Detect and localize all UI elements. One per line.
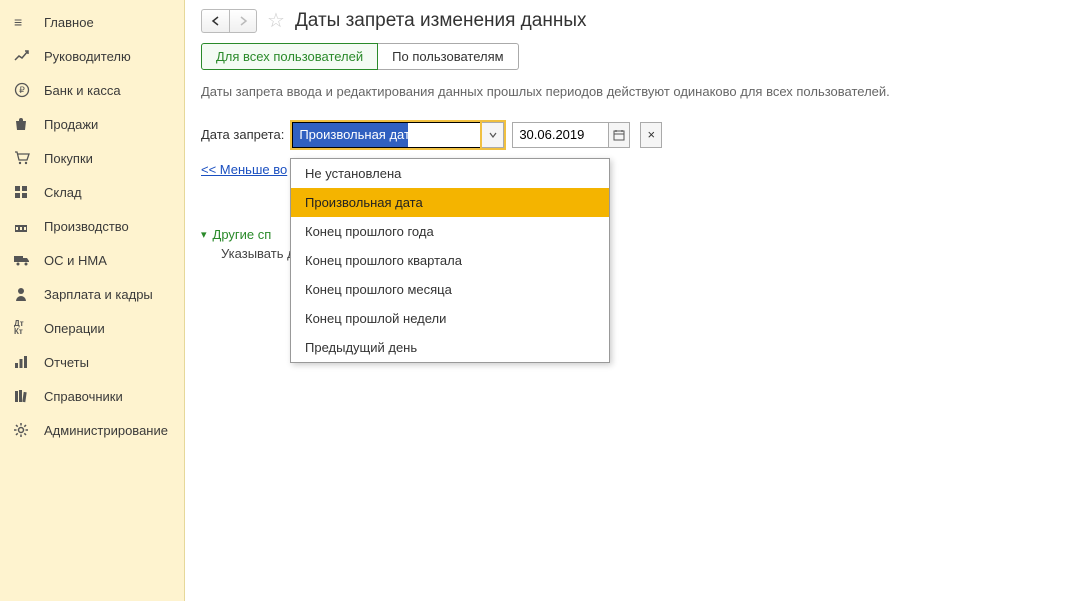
date-label: Дата запрета:: [201, 127, 284, 142]
back-button[interactable]: [201, 9, 229, 33]
dropdown-option-end-last-month[interactable]: Конец прошлого месяца: [291, 275, 609, 304]
person-icon: [14, 286, 34, 302]
ruble-icon: ₽: [14, 82, 34, 98]
dropdown-option-custom-date[interactable]: Произвольная дата: [291, 188, 609, 217]
nav-buttons: [201, 9, 257, 33]
sidebar-item-label: Руководителю: [44, 49, 131, 64]
form-row: Дата запрета: Произвольная дата ×: [201, 122, 1069, 148]
star-icon[interactable]: ☆: [267, 8, 285, 33]
sidebar-item-sales[interactable]: Продажи: [0, 107, 184, 141]
sidebar-item-production[interactable]: Производство: [0, 209, 184, 243]
sidebar-item-manager[interactable]: Руководителю: [0, 39, 184, 73]
sidebar-item-main[interactable]: ≡ Главное: [0, 5, 184, 39]
sidebar: ≡ Главное Руководителю ₽ Банк и касса Пр…: [0, 0, 185, 601]
dropdown-option-end-last-quarter[interactable]: Конец прошлого квартала: [291, 246, 609, 275]
cart-icon: [14, 150, 34, 166]
boxes-icon: [14, 184, 34, 200]
sidebar-item-reports[interactable]: Отчеты: [0, 345, 184, 379]
sidebar-item-label: Справочники: [44, 389, 123, 404]
tab-all-users[interactable]: Для всех пользователей: [201, 43, 378, 70]
sidebar-item-label: Банк и касса: [44, 83, 121, 98]
books-icon: [14, 388, 34, 404]
date-type-dropdown: Не установлена Произвольная дата Конец п…: [290, 158, 610, 363]
sidebar-item-label: Администрирование: [44, 423, 168, 438]
sidebar-item-operations[interactable]: ДтКт Операции: [0, 311, 184, 345]
combo-input[interactable]: Произвольная дата: [292, 122, 482, 148]
sidebar-item-label: Главное: [44, 15, 94, 30]
date-group: [512, 122, 630, 148]
sidebar-item-purchases[interactable]: Покупки: [0, 141, 184, 175]
tab-row: Для всех пользователей По пользователям: [201, 43, 1069, 70]
less-options-link[interactable]: << Меньше во: [201, 162, 287, 177]
chevron-down-icon: ▾: [201, 228, 207, 241]
date-type-combo[interactable]: Произвольная дата: [292, 122, 504, 148]
sidebar-item-warehouse[interactable]: Склад: [0, 175, 184, 209]
dropdown-option-not-set[interactable]: Не установлена: [291, 159, 609, 188]
page-title: Даты запрета изменения данных: [295, 10, 587, 32]
combo-dropdown-button[interactable]: [482, 122, 504, 148]
sidebar-item-label: Зарплата и кадры: [44, 287, 153, 302]
section-title: Другие сп: [213, 227, 272, 242]
combo-value: Произвольная дата: [299, 127, 417, 142]
clear-button[interactable]: ×: [640, 122, 662, 148]
tab-by-users[interactable]: По пользователям: [378, 43, 518, 70]
dropdown-option-end-last-week[interactable]: Конец прошлой недели: [291, 304, 609, 333]
sidebar-item-label: Покупки: [44, 151, 93, 166]
chart-line-icon: [14, 48, 34, 64]
forward-button[interactable]: [229, 9, 257, 33]
sidebar-item-bank[interactable]: ₽ Банк и касса: [0, 73, 184, 107]
bag-icon: [14, 116, 34, 132]
sidebar-item-admin[interactable]: Администрирование: [0, 413, 184, 447]
sidebar-item-label: Склад: [44, 185, 82, 200]
calendar-button[interactable]: [608, 122, 630, 148]
sidebar-item-label: Отчеты: [44, 355, 89, 370]
bars-icon: [14, 354, 34, 370]
svg-text:₽: ₽: [19, 85, 25, 95]
dropdown-option-end-last-year[interactable]: Конец прошлого года: [291, 217, 609, 246]
sidebar-item-label: ОС и НМА: [44, 253, 107, 268]
truck-icon: [14, 252, 34, 268]
sidebar-item-label: Продажи: [44, 117, 98, 132]
header-row: ☆ Даты запрета изменения данных: [201, 8, 1069, 33]
sidebar-item-refs[interactable]: Справочники: [0, 379, 184, 413]
sidebar-item-label: Операции: [44, 321, 105, 336]
info-text: Даты запрета ввода и редактирования данн…: [201, 82, 1069, 102]
sidebar-item-label: Производство: [44, 219, 129, 234]
menu-icon: ≡: [14, 14, 34, 30]
sidebar-item-payroll[interactable]: Зарплата и кадры: [0, 277, 184, 311]
date-input[interactable]: [512, 122, 608, 148]
dropdown-option-prev-day[interactable]: Предыдущий день: [291, 333, 609, 362]
sidebar-item-os-nma[interactable]: ОС и НМА: [0, 243, 184, 277]
dtkt-icon: ДтКт: [14, 320, 34, 336]
factory-icon: [14, 218, 34, 234]
gear-icon: [14, 422, 34, 438]
